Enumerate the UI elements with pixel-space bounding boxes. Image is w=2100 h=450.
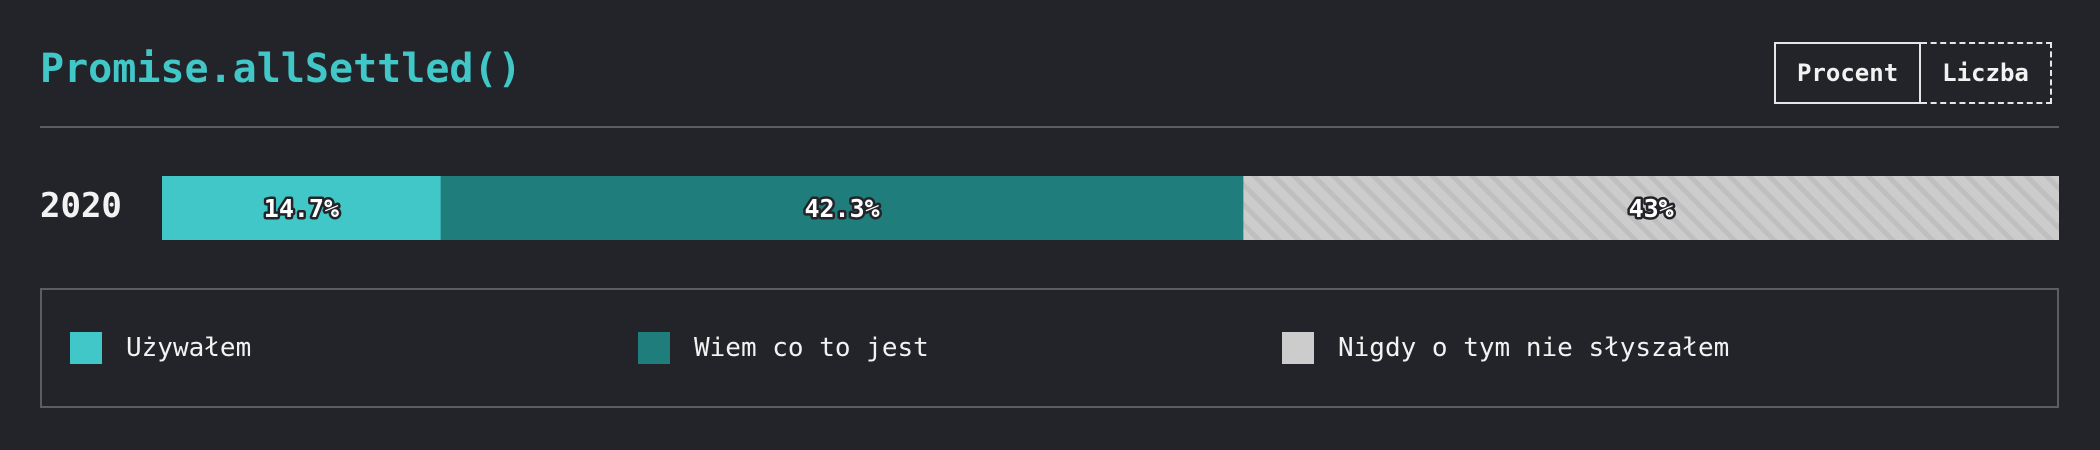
bar-segment-label-0: 14.7%: [264, 194, 339, 223]
stacked-bar-chart: 14.7% 42.3% 43%: [162, 176, 2059, 240]
legend-label: Używałem: [126, 333, 252, 363]
legend-label: Wiem co to jest: [694, 333, 929, 363]
header-divider: [40, 126, 2059, 128]
percent-toggle-button[interactable]: Procent: [1774, 42, 1922, 104]
bar-segment-label-2: 43%: [1629, 194, 1674, 223]
gray-square-swatch-icon: [1282, 332, 1314, 364]
teal-square-swatch-icon: [70, 332, 102, 364]
unit-toggle: Procent Liczba: [1774, 42, 2052, 104]
legend: Używałem Wiem co to jest Nigdy o tym nie…: [40, 288, 2059, 408]
legend-item-never[interactable]: Nigdy o tym nie słyszałem: [1282, 332, 1729, 364]
count-toggle-button[interactable]: Liczba: [1921, 42, 2052, 104]
legend-label: Nigdy o tym nie słyszałem: [1338, 333, 1730, 363]
legend-item-know[interactable]: Wiem co to jest: [638, 332, 929, 364]
legend-item-used[interactable]: Używałem: [70, 332, 251, 364]
year-label: 2020: [40, 186, 122, 226]
chart-block: Promise.allSettled() Procent Liczba 2020…: [0, 0, 2100, 450]
bar-segment-label-1: 42.3%: [804, 194, 879, 223]
chart-title: Promise.allSettled(): [40, 46, 522, 92]
dark-teal-square-swatch-icon: [638, 332, 670, 364]
